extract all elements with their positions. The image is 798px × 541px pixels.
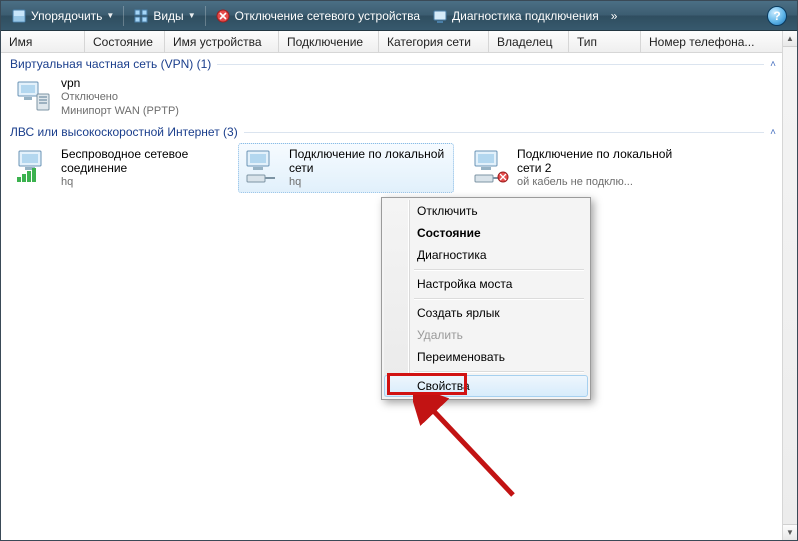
column-connection[interactable]: Подключение — [279, 31, 379, 52]
collapse-chevron-icon: ˄ — [770, 59, 776, 70]
column-category[interactable]: Категория сети — [379, 31, 489, 52]
group-lan-label: ЛВС или высокоскоростной Интернет (3) — [10, 125, 238, 139]
vertical-scrollbar[interactable]: ▲ ▼ — [782, 31, 797, 540]
item-name: vpn — [61, 76, 179, 90]
item-status: Отключено — [61, 90, 179, 104]
toolbar-separator — [123, 6, 124, 26]
lan-items-row: Беспроводное сетевое соединение hq Подкл… — [2, 141, 782, 195]
scroll-down-button[interactable]: ▼ — [783, 524, 797, 540]
overflow-label: » — [611, 9, 618, 23]
lan-connection-icon — [243, 147, 283, 185]
column-status[interactable]: Состояние — [85, 31, 165, 52]
list-item-lan-1[interactable]: Подключение по локальной сети hq — [238, 143, 454, 193]
item-name: Беспроводное сетевое соединение — [61, 147, 221, 175]
item-text: Беспроводное сетевое соединение hq — [61, 147, 221, 189]
item-status: ой кабель не подклю... — [517, 175, 677, 189]
toolbar-separator — [205, 6, 206, 26]
dropdown-chevron-icon: ▼ — [106, 11, 114, 20]
disable-device-label: Отключение сетевого устройства — [235, 9, 420, 23]
vpn-connection-icon — [15, 76, 55, 116]
disable-device-button[interactable]: Отключение сетевого устройства — [209, 4, 426, 28]
list-item-vpn[interactable]: vpn Отключено Минипорт WAN (PPTP) — [10, 73, 774, 121]
group-vpn-label: Виртуальная частная сеть (VPN) (1) — [10, 57, 211, 71]
group-header-lan[interactable]: ЛВС или высокоскоростной Интернет (3) ˄ — [10, 125, 776, 139]
item-text: Подключение по локальной сети hq — [289, 147, 449, 189]
views-label: Виды — [153, 9, 183, 23]
views-icon — [133, 8, 149, 24]
column-device-name[interactable]: Имя устройства — [165, 31, 279, 52]
toolbar: Упорядочить ▼ Виды ▼ Отключение сетевого… — [1, 1, 797, 31]
disable-device-icon — [215, 8, 231, 24]
diagnose-button[interactable]: Диагностика подключения — [426, 4, 605, 28]
group-header-vpn[interactable]: Виртуальная частная сеть (VPN) (1) ˄ — [10, 57, 776, 71]
views-button[interactable]: Виды ▼ — [127, 4, 201, 28]
item-name: Подключение по локальной сети — [289, 147, 449, 175]
cm-diagnose[interactable]: Диагностика — [384, 244, 588, 266]
column-owner[interactable]: Владелец — [489, 31, 569, 52]
column-name[interactable]: Имя — [1, 31, 85, 52]
cm-bridge[interactable]: Настройка моста — [384, 273, 588, 295]
diagnose-icon — [432, 8, 448, 24]
item-text: Подключение по локальной сети 2 ой кабел… — [517, 147, 677, 189]
help-icon[interactable]: ? — [767, 6, 787, 26]
organize-label: Упорядочить — [31, 9, 102, 23]
organize-button[interactable]: Упорядочить ▼ — [5, 4, 120, 28]
toolbar-overflow[interactable]: » — [605, 4, 624, 28]
dropdown-chevron-icon: ▼ — [188, 11, 196, 20]
scroll-up-button[interactable]: ▲ — [783, 31, 797, 47]
columns-header: Имя Состояние Имя устройства Подключение… — [1, 31, 797, 53]
item-status: hq — [61, 175, 221, 189]
cm-rename[interactable]: Переименовать — [384, 346, 588, 368]
item-status: hq — [289, 175, 449, 189]
column-phone[interactable]: Номер телефона... — [641, 31, 797, 52]
collapse-chevron-icon: ˄ — [770, 127, 776, 138]
column-type[interactable]: Тип — [569, 31, 641, 52]
item-device: Минипорт WAN (PPTP) — [61, 104, 179, 118]
organize-icon — [11, 8, 27, 24]
cm-separator — [414, 371, 584, 372]
cm-properties[interactable]: Свойства — [384, 375, 588, 397]
lan-connection-icon — [471, 147, 511, 185]
cm-separator — [414, 298, 584, 299]
network-connections-window: Упорядочить ▼ Виды ▼ Отключение сетевого… — [0, 0, 798, 541]
context-menu: Отключить Состояние Диагностика Настройк… — [381, 197, 591, 400]
list-item-wireless[interactable]: Беспроводное сетевое соединение hq — [10, 143, 226, 193]
cm-disconnect[interactable]: Отключить — [384, 200, 588, 222]
diagnose-label: Диагностика подключения — [452, 9, 599, 23]
wireless-connection-icon — [15, 147, 55, 185]
item-name: Подключение по локальной сети 2 — [517, 147, 677, 175]
cm-create-shortcut[interactable]: Создать ярлык — [384, 302, 588, 324]
cm-separator — [414, 269, 584, 270]
cm-status[interactable]: Состояние — [384, 222, 588, 244]
cm-delete: Удалить — [384, 324, 588, 346]
list-item-lan-2[interactable]: Подключение по локальной сети 2 ой кабел… — [466, 143, 682, 193]
item-text: vpn Отключено Минипорт WAN (PPTP) — [61, 76, 179, 118]
